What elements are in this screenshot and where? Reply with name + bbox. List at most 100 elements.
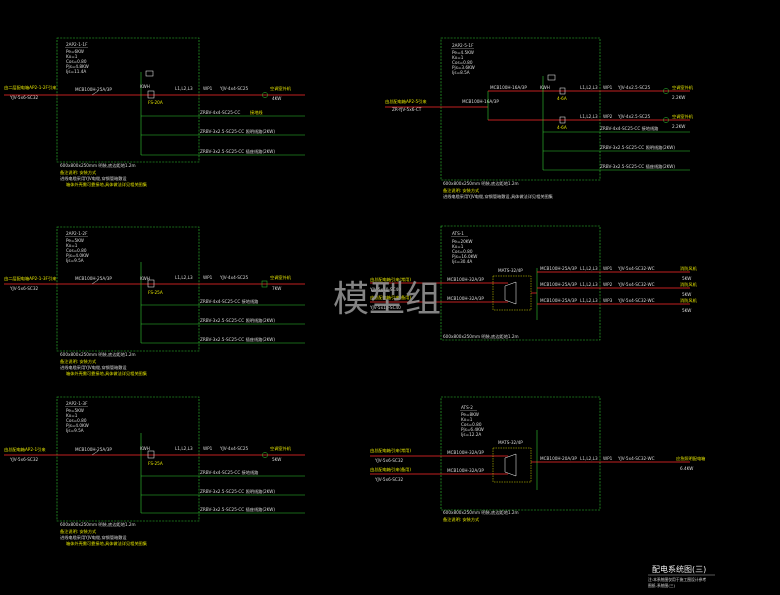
out-cable: YJV-5x4-SC32-WC xyxy=(617,282,655,287)
in-breaker: MCB100H-32A/3P xyxy=(447,450,484,455)
incoming-label: 由总配电箱AP2-1引来 xyxy=(4,446,46,453)
ats-label: MATS-32/4P xyxy=(498,268,523,273)
incoming-label: 由二层配电箱AP2-1-2F引来 xyxy=(4,84,57,91)
note: 箱体外壳需可靠接地,具体做法详见相关图集 xyxy=(66,540,148,547)
out-cable: ZRBV-4x4-SC25-CC 接地线路 xyxy=(200,469,259,476)
incoming-label: 由总配电箱引来(备用) xyxy=(370,466,411,473)
out-cable: YJV-4x4-SC25 xyxy=(219,275,248,280)
out-breaker: L1,L2,L3 xyxy=(175,86,193,91)
ats-label: MATS-32/4P xyxy=(498,440,523,445)
out-load: 消防风机 xyxy=(680,281,698,288)
schematic-canvas: 2AP2-1-1F Pe=6KW Kx=1 Cos=0.80 Pjs=4.8KW… xyxy=(0,0,780,595)
out-load: 空调室外机 xyxy=(672,84,694,91)
out-load: 空调室外机 xyxy=(270,445,292,452)
out-circuit: WP1 xyxy=(603,456,613,461)
ct-label: 4-6A xyxy=(557,96,567,101)
out-breaker: MCB100H-25A/3P xyxy=(540,298,577,303)
out-cable: YJV-4x2.5-SC25 xyxy=(617,85,650,90)
out-kw: 5KW xyxy=(272,457,281,462)
out-load: 空调室外机 xyxy=(270,85,292,92)
out-kw: 6.4KW xyxy=(680,466,693,471)
out-cable: ZRBV-3x2.5-SC25-CC 照明线路(2KW) xyxy=(600,144,675,151)
out-circuit: WP3 xyxy=(603,298,613,303)
note: 进线电缆采用YJV电缆,穿钢管暗敷设 xyxy=(60,175,127,182)
second-breaker: MCB100H-16A/3P xyxy=(490,85,527,90)
drawing-title: 配电系统图(三) xyxy=(652,564,706,574)
out-circuit: WP1 xyxy=(203,275,213,280)
main-breaker: MCB100H-25A/3P xyxy=(75,276,112,281)
enclosure: 600x800x250mm 明装,底边距地1.2m xyxy=(60,521,136,528)
out-circuit: WP2 xyxy=(603,282,613,287)
out-cable: YJV-5x4-SC32-WC xyxy=(617,266,655,271)
out-breaker: MCB100H-25A/3P xyxy=(540,266,577,271)
out-cable: ZRBV-3x2.5-SC25-CC 照明线路(2KW) xyxy=(200,128,275,135)
out-circuit: WP1 xyxy=(203,446,213,451)
out-breaker: MCB100H-20A/3P xyxy=(540,456,577,461)
enclosure: 600x800x250mm 明装,底边距地1.2m xyxy=(60,162,136,169)
out-kw: 4KW xyxy=(272,96,281,101)
note: 箱体外壳需可靠接地,具体做法详见相关图集 xyxy=(66,181,148,188)
note: 备注说明: 安装方式 xyxy=(443,516,480,523)
watermark: 模型组 xyxy=(333,279,441,320)
enclosure: 600x800x250mm 明装,底边距地1.2m xyxy=(443,509,519,516)
out-phase: L1,L2,L3 xyxy=(580,298,598,303)
in-breaker: MCB100H-32A/3P xyxy=(447,468,484,473)
out-cable: ZRBV-3x2.5-SC25-CC 插座线路(2KW) xyxy=(200,506,275,513)
out-load: 消防风机 xyxy=(680,265,698,272)
note: 备注说明: 安装方式 xyxy=(443,187,480,194)
fuse: FS-20A xyxy=(148,100,163,105)
out-circuit: WP2 xyxy=(603,114,613,119)
out-cable: YJV-5x4-SC32-WC xyxy=(617,456,655,461)
incoming-label: 由总配电箱引来(常用) xyxy=(370,447,411,454)
out-kw: 5KW xyxy=(682,308,691,313)
fuse: FS-25A xyxy=(148,290,163,295)
note: 进线电缆采用YJV电缆,穿钢管暗敷设 xyxy=(60,364,127,371)
out-cable: ZRBV-3x2.5-SC25-CC 插座线路(2KW) xyxy=(200,336,275,343)
incoming-cable: YJV-5x6-SC32 xyxy=(374,458,403,463)
drawing-note: 注:本系统图仅用于施工图设计参考 xyxy=(648,577,706,582)
panel-name: 2AP2-1-2F xyxy=(66,231,88,236)
main-breaker: MCB100H-25A/3P xyxy=(75,447,112,452)
out-circuit: WP1 xyxy=(603,266,613,271)
out-kw: 2.2KW xyxy=(672,124,685,129)
out-phase: L1,L2,L3 xyxy=(580,456,598,461)
out-cable: YJV-5x4-SC32-WC xyxy=(617,298,655,303)
out-breaker: L1,L2,L3 xyxy=(580,85,598,90)
out-load: 消防风机 xyxy=(680,297,698,304)
param: Ijs=9.5A xyxy=(66,258,84,263)
param: Ijs=9.5A xyxy=(66,428,84,433)
param: Ijs=12.2A xyxy=(461,432,481,437)
param: Ijs=30.4A xyxy=(452,259,472,264)
meter: KWH xyxy=(140,446,150,451)
out-kw: 7KW xyxy=(272,286,281,291)
out-kw: 5KW xyxy=(682,276,691,281)
note: 箱体外壳需可靠接地,具体做法详见相关图集 xyxy=(66,370,148,377)
param: Ijs=8.5A xyxy=(452,70,470,75)
enclosure: 600x800x250mm 明装,底边距地1.2m xyxy=(443,333,519,340)
out-phase: L1,L2,L3 xyxy=(580,266,598,271)
out-kw: 2.2KW xyxy=(672,95,685,100)
in-breaker: MCB100H-32A/3P xyxy=(447,277,484,282)
note: 备注说明: 安装方式 xyxy=(60,169,97,176)
out-cable: ZRBV-3x2.5-SC25-CC 插座线路(2KW) xyxy=(600,163,675,170)
panel-name: 2AP2-1-3F xyxy=(66,401,88,406)
out-breaker: L1,L2,L3 xyxy=(175,275,193,280)
out-breaker: MCB100H-25A/3P xyxy=(540,282,577,287)
out-cable: YJV-4x2.5-SC25 xyxy=(617,114,650,119)
main-breaker: MCB100H-16A/3P xyxy=(462,99,499,104)
out-circuit: WP1 xyxy=(203,86,213,91)
meter: KWH xyxy=(140,84,150,89)
enclosure: 600x800x250mm 明装,底边距地1.2m xyxy=(443,180,519,187)
out-load: 应急照明配电箱 xyxy=(676,455,705,462)
drawing-note: 图纸-系统图(三) xyxy=(648,583,676,588)
note: 备注说明: 安装方式 xyxy=(60,528,97,535)
out-breaker: L1,L2,L3 xyxy=(580,114,598,119)
incoming-cable: YJV-5x6-SC32 xyxy=(9,286,38,291)
param: Ijs=11.4A xyxy=(66,69,86,74)
incoming-cable: YJV-5x6-SC32 xyxy=(374,477,403,482)
incoming-cable: YJV-5x6-SC32 xyxy=(9,95,38,100)
out-cable: ZRBV-4x4-SC25-CC xyxy=(200,110,240,115)
panel-name: 2AP2-1-1F xyxy=(66,42,88,47)
out-cable: ZRBV-4x4-SC25-CC 接地线路 xyxy=(200,298,259,305)
incoming-label: 由二层配电箱AP2-1-3F引来 xyxy=(4,275,57,282)
